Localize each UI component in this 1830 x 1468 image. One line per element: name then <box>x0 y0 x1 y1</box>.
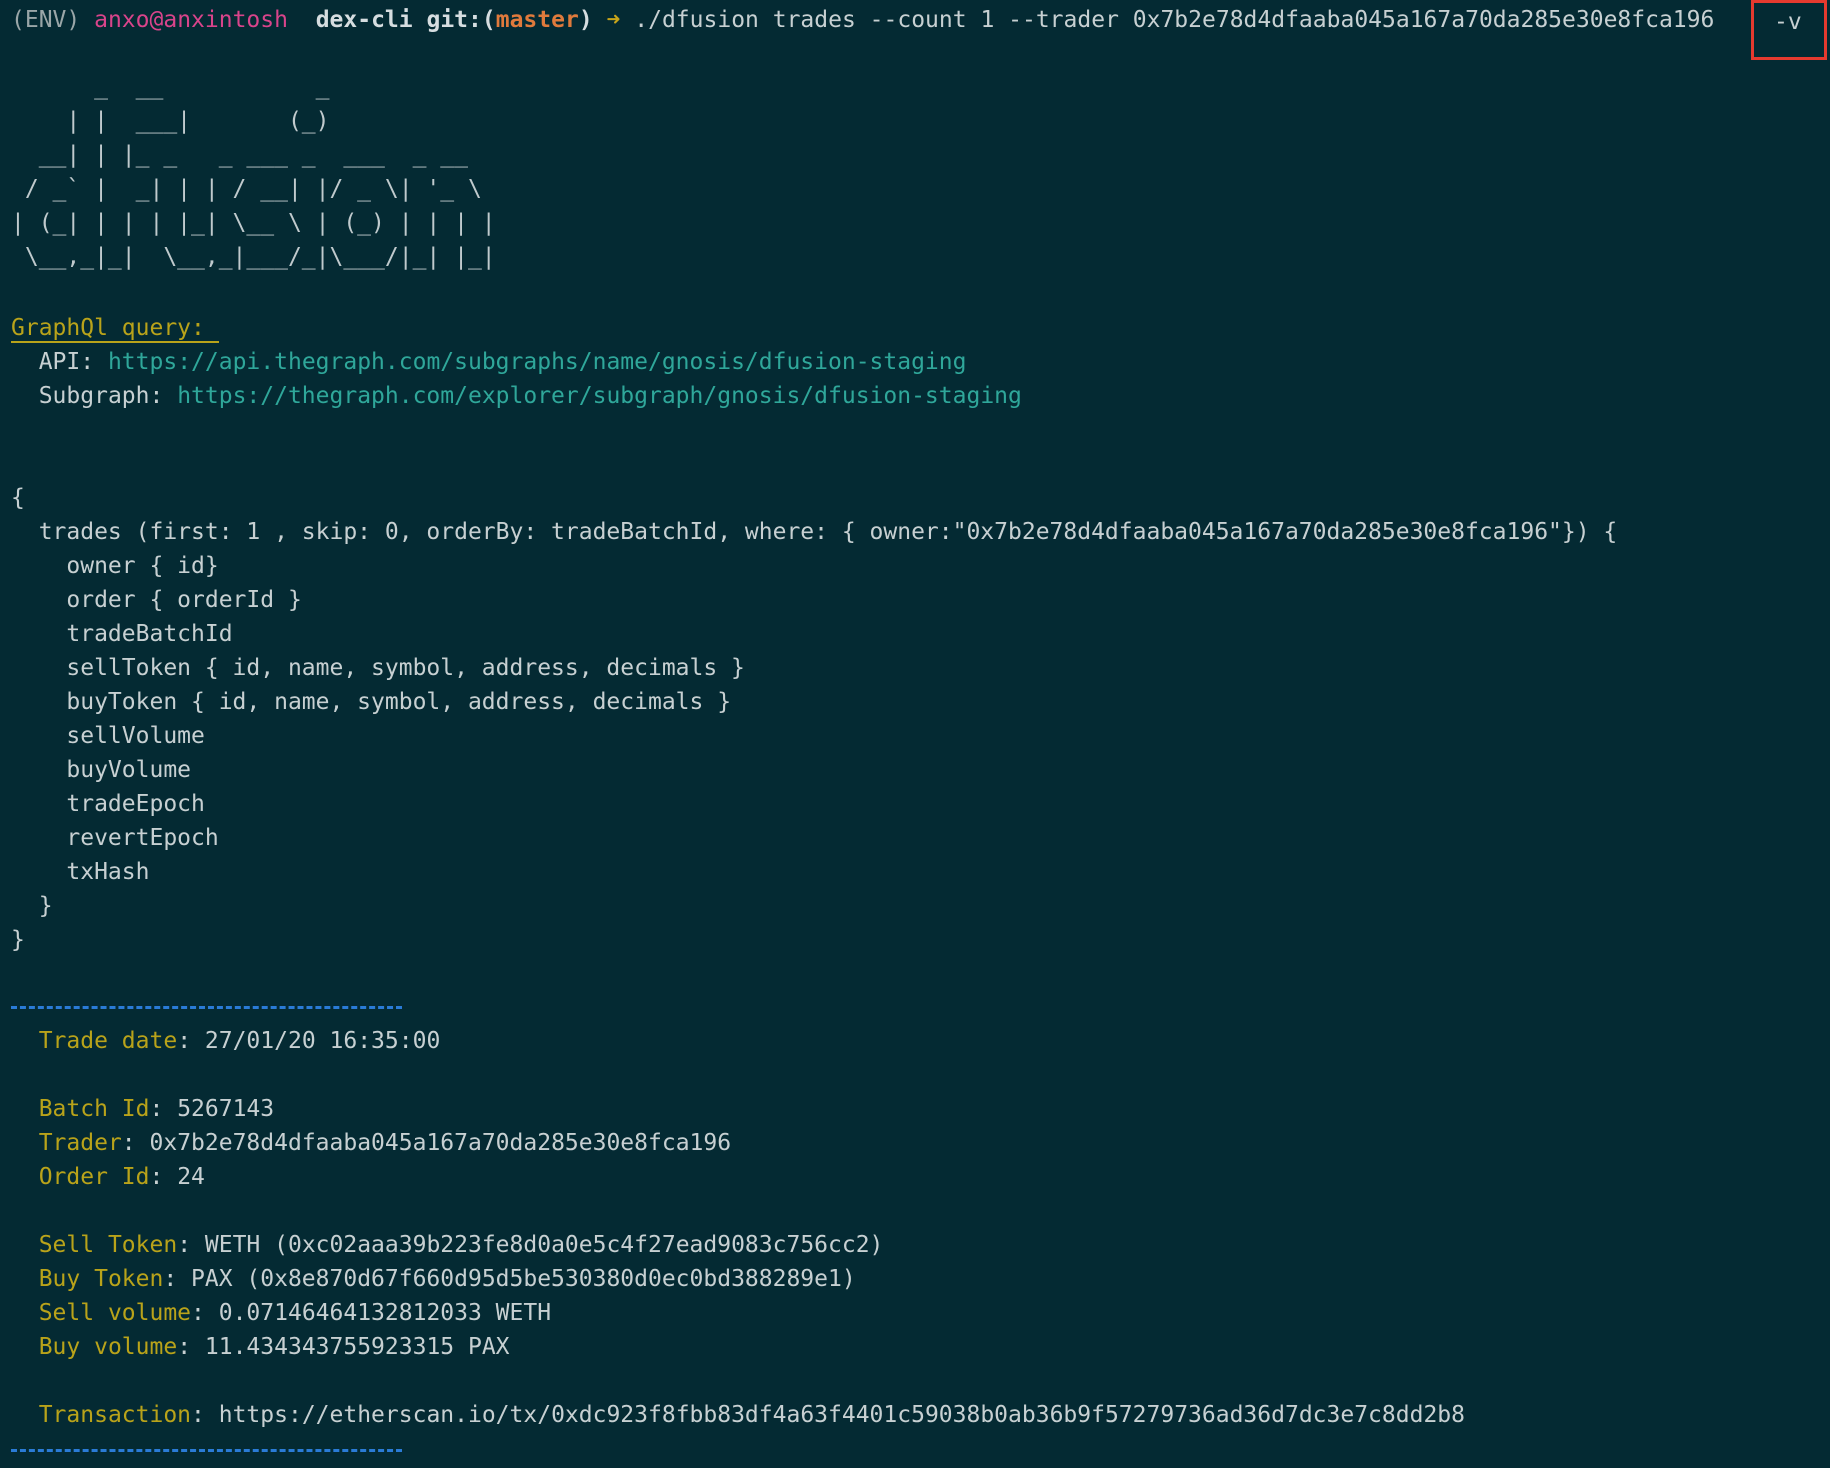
api-url-link[interactable]: https://api.thegraph.com/subgraphs/name/… <box>108 349 967 375</box>
buy-volume-row: Buy volume: 11.434343755923315 PAX <box>38 1334 510 1360</box>
query-line: order { orderId } <box>11 587 302 613</box>
separator-bottom <box>11 1449 402 1452</box>
sell-volume-row: Sell volume: 0.07146464132812033 WETH <box>38 1300 552 1326</box>
banner-line-1: _ __ _ <box>11 74 330 100</box>
trader-row: Trader: 0x7b2e78d4dfaaba045a167a70da285e… <box>38 1130 732 1156</box>
prompt-arrow-icon: ➜ <box>606 7 621 33</box>
query-line: sellToken { id, name, symbol, address, d… <box>11 655 745 681</box>
query-line: txHash <box>11 859 150 885</box>
prompt-host: @anxintosh <box>149 7 288 33</box>
order-id-value: 24 <box>177 1164 205 1190</box>
batch-id-label: Batch Id <box>38 1096 150 1122</box>
trade-date-value: 27/01/20 16:35:00 <box>204 1028 441 1054</box>
sell-volume-value: 0.07146464132812033 WETH <box>218 1300 552 1326</box>
buy-volume-value: 11.434343755923315 PAX <box>204 1334 510 1360</box>
buy-token-value: PAX (0x8e870d67f660d95d5be530380d0ec0bd3… <box>191 1266 856 1292</box>
prompt-git-label: git:( <box>426 7 496 33</box>
transaction-row: Transaction: https://etherscan.io/tx/0xd… <box>38 1402 1465 1428</box>
command-flag-verbose: -v <box>1774 9 1802 35</box>
subgraph-url-link[interactable]: https://thegraph.com/explorer/subgraph/g… <box>177 383 1022 409</box>
env-indicator: (ENV) <box>11 7 81 33</box>
trader-value: 0x7b2e78d4dfaaba045a167a70da285e30e8fca1… <box>149 1130 732 1156</box>
trade-date-row: Trade date: 27/01/20 16:35:00 <box>38 1028 441 1054</box>
prompt-directory: dex-cli <box>315 7 413 33</box>
banner-line-2: | | ___| (_) <box>11 108 330 134</box>
banner-line-5: | (_| | | | |_| \__ \ | (_) | | | | <box>11 210 496 236</box>
query-line: tradeEpoch <box>11 791 205 817</box>
terminal-window[interactable]: (ENV) anxo@anxintosh dex-cli git:(master… <box>0 0 1830 1468</box>
query-line: { <box>11 485 25 511</box>
prompt-user: anxo <box>94 7 150 33</box>
subgraph-line: Subgraph: https://thegraph.com/explorer/… <box>11 379 1022 413</box>
prompt-git-branch: master <box>495 7 579 33</box>
query-line: buyToken { id, name, symbol, address, de… <box>11 689 732 715</box>
api-label: API: <box>38 349 108 375</box>
subgraph-label: Subgraph: <box>38 383 178 409</box>
banner-line-6: \__,_|_| \__,_|___/_|\___/|_| |_| <box>11 244 496 270</box>
graphql-query-title: GraphQl query: <box>11 315 219 343</box>
transaction-label: Transaction <box>38 1402 192 1428</box>
trade-date-label: Trade date <box>38 1028 178 1054</box>
batch-id-value: 5267143 <box>177 1096 275 1122</box>
sell-token-value: WETH (0xc02aaa39b223fe8d0a0e5c4f27ead908… <box>204 1232 884 1258</box>
order-id-row: Order Id: 24 <box>38 1164 205 1190</box>
command-text[interactable]: ./dfusion trades --count 1 --trader 0x7b… <box>634 7 1714 33</box>
sell-volume-label: Sell volume <box>38 1300 192 1326</box>
transaction-link[interactable]: https://etherscan.io/tx/0xdc923f8fbb83df… <box>219 1402 1465 1428</box>
trader-label: Trader <box>38 1130 122 1156</box>
sell-token-label: Sell Token <box>38 1232 178 1258</box>
order-id-label: Order Id <box>38 1164 150 1190</box>
query-line: owner { id} <box>11 553 219 579</box>
separator-top <box>11 1006 402 1009</box>
graphql-query-heading: GraphQl query: <box>11 311 219 345</box>
prompt-git-close: ) <box>578 7 593 33</box>
query-line: sellVolume <box>11 723 205 749</box>
buy-token-row: Buy Token: PAX (0x8e870d67f660d95d5be530… <box>38 1266 856 1292</box>
query-line: } <box>11 893 53 919</box>
query-line: tradeBatchId <box>11 621 233 647</box>
buy-volume-label: Buy volume <box>38 1334 178 1360</box>
buy-token-label: Buy Token <box>38 1266 164 1292</box>
api-line: API: https://api.thegraph.com/subgraphs/… <box>11 345 967 379</box>
banner-line-4: / _` | _| | | / __| |/ _ \| '_ \ <box>11 176 482 202</box>
batch-id-row: Batch Id: 5267143 <box>38 1096 275 1122</box>
query-line: } <box>11 927 25 953</box>
command-prompt-line: (ENV) anxo@anxintosh dex-cli git:(master… <box>11 3 1714 37</box>
banner-line-3: __| | |_ _ _ ___ _ ___ _ __ <box>11 142 468 168</box>
query-line: revertEpoch <box>11 825 219 851</box>
query-line: trades (first: 1 , skip: 0, orderBy: tra… <box>11 519 1618 545</box>
query-line: buyVolume <box>11 757 192 783</box>
sell-token-row: Sell Token: WETH (0xc02aaa39b223fe8d0a0e… <box>38 1232 884 1258</box>
